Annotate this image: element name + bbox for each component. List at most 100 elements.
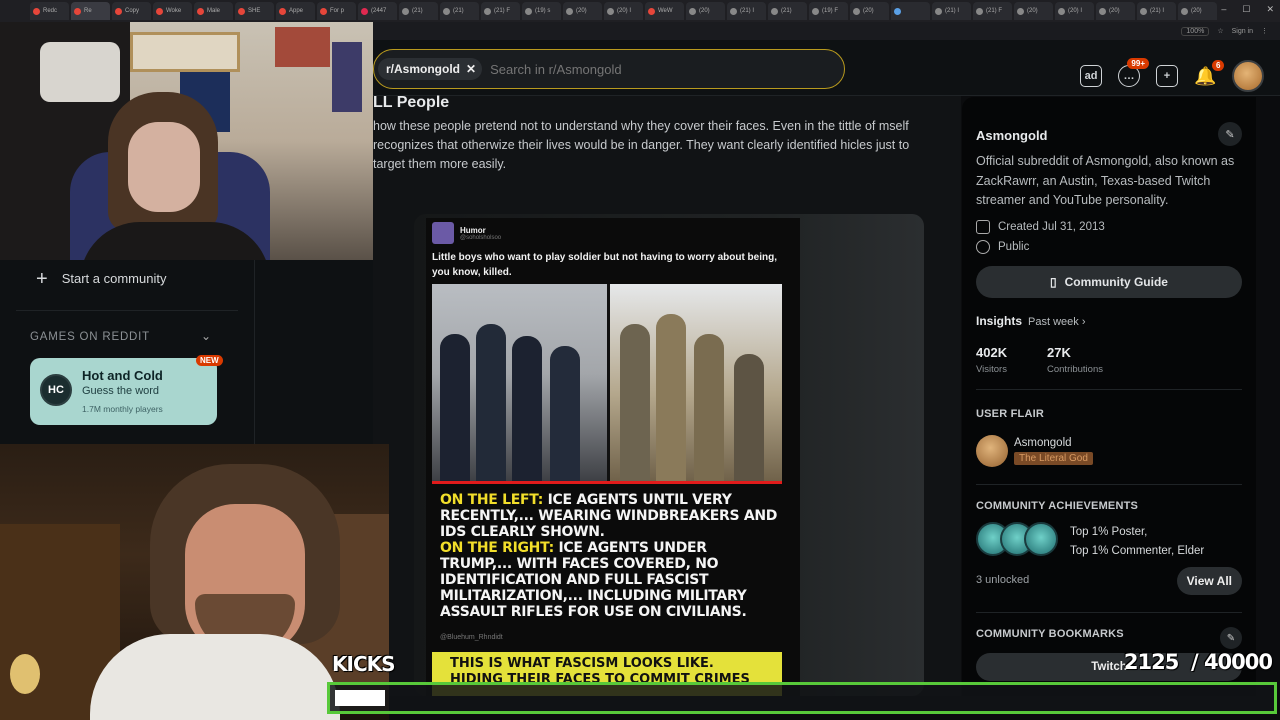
browser-tab[interactable]: (20) bbox=[1096, 2, 1135, 20]
tab-favicon-icon bbox=[197, 7, 204, 15]
browser-tab[interactable]: (19) F bbox=[809, 2, 848, 20]
visitors-stat: 402K Visitors bbox=[976, 345, 1007, 375]
tab-label: (21) bbox=[781, 8, 792, 14]
guide-icon: ▯ bbox=[1050, 275, 1057, 289]
start-community-link[interactable]: + Start a community bbox=[36, 269, 166, 289]
bookmark-star-icon[interactable]: ☆ bbox=[1217, 27, 1223, 35]
insights-row[interactable]: Insights Past week › bbox=[976, 314, 1085, 328]
browser-tab[interactable]: Appe bbox=[276, 2, 315, 20]
tab-label: (19) s bbox=[535, 8, 551, 14]
tab-label: (2447 bbox=[371, 8, 387, 14]
left-label: ON THE LEFT: bbox=[440, 492, 544, 508]
community-description: Official subreddit of Asmongold, also kn… bbox=[976, 154, 1235, 207]
clear-chip-icon[interactable]: ✕ bbox=[466, 62, 476, 76]
browser-tab[interactable]: (21) I bbox=[1137, 2, 1176, 20]
close-icon[interactable]: ✕ bbox=[1266, 4, 1274, 15]
edit-pencil-icon[interactable]: ✎ bbox=[1220, 627, 1242, 649]
tab-favicon-icon bbox=[156, 7, 163, 15]
search-input[interactable] bbox=[490, 61, 791, 77]
tab-favicon-icon bbox=[115, 7, 122, 15]
edit-pencil-icon[interactable]: ✎ bbox=[1218, 122, 1242, 146]
tab-label: For p bbox=[330, 8, 345, 14]
browser-tab[interactable]: (21) I bbox=[727, 2, 766, 20]
browser-tab[interactable]: WeW bbox=[645, 2, 684, 20]
advertise-icon[interactable]: ad bbox=[1080, 65, 1102, 87]
divider bbox=[976, 612, 1242, 613]
unlocked-count: 3 unlocked bbox=[976, 574, 1030, 586]
view-all-button[interactable]: View All bbox=[1176, 567, 1242, 595]
search-bar[interactable]: r/Asmongold ✕ bbox=[373, 49, 845, 89]
community-guide-button[interactable]: ▯ Community Guide bbox=[976, 266, 1242, 298]
tab-favicon-icon bbox=[566, 7, 573, 15]
post-title: LL People bbox=[373, 94, 450, 111]
game-card-hot-and-cold[interactable]: HC Hot and Cold Guess the word 1.7M mont… bbox=[30, 358, 217, 425]
divider bbox=[16, 310, 238, 311]
browser-tab[interactable]: (20) bbox=[1014, 2, 1053, 20]
tab-favicon-icon bbox=[33, 7, 40, 15]
maximize-icon[interactable]: ☐ bbox=[1242, 4, 1250, 15]
browser-tab[interactable]: Woke bbox=[153, 2, 192, 20]
webcam-bottom bbox=[0, 444, 389, 720]
insights-period[interactable]: Past week › bbox=[1028, 316, 1085, 328]
contributions-value: 27K bbox=[1047, 345, 1071, 360]
tab-label: (21) I bbox=[1150, 8, 1165, 14]
embedded-image-post[interactable]: Humor @soholsholsoo Little boys who want… bbox=[426, 218, 800, 696]
chat-icon[interactable]: … 99+ bbox=[1118, 58, 1149, 87]
tab-label: (21) I bbox=[945, 8, 960, 14]
browser-tab[interactable]: (21) F bbox=[973, 2, 1012, 20]
tab-label: (20) bbox=[863, 8, 874, 14]
browser-tab[interactable]: (20) I bbox=[1055, 2, 1094, 20]
cake-icon bbox=[976, 220, 990, 234]
browser-tab[interactable]: (20) bbox=[563, 2, 602, 20]
embed-source-handle: @Bluehum_Rhndidt bbox=[440, 634, 503, 641]
browser-tab[interactable]: Re bbox=[71, 2, 110, 20]
new-badge: NEW bbox=[196, 355, 223, 366]
plus-icon[interactable]: + bbox=[1156, 65, 1178, 87]
browser-tab[interactable]: Redc bbox=[30, 2, 69, 20]
browser-tab[interactable]: SHE bbox=[235, 2, 274, 20]
achievement-2: Top 1% Commenter, Elder bbox=[1070, 545, 1205, 557]
visibility-text: Public bbox=[998, 241, 1030, 253]
tab-favicon-icon bbox=[648, 7, 655, 15]
tab-label: Re bbox=[84, 8, 92, 14]
created-text: Created Jul 31, 2013 bbox=[998, 221, 1105, 233]
browser-tab[interactable]: (20) bbox=[686, 2, 725, 20]
embed-meme-text: ON THE LEFT: ICE AGENTS UNTIL VERY RECEN… bbox=[440, 492, 780, 620]
tab-label: (21) bbox=[453, 8, 464, 14]
browser-tab[interactable]: (21) bbox=[768, 2, 807, 20]
tab-label: (21) F bbox=[494, 8, 511, 14]
minimize-icon[interactable]: – bbox=[1221, 4, 1226, 15]
kicks-label: KICKS bbox=[332, 652, 396, 676]
games-section-header[interactable]: GAMES ON REDDIT bbox=[30, 331, 150, 343]
user-avatar[interactable] bbox=[1232, 60, 1265, 92]
contributions-stat: 27K Contributions bbox=[1047, 345, 1103, 375]
tab-label: Copy bbox=[125, 8, 140, 14]
browser-tab[interactable]: (20) bbox=[1178, 2, 1217, 20]
browser-tab[interactable]: For p bbox=[317, 2, 356, 20]
browser-tab[interactable]: (21) bbox=[440, 2, 479, 20]
browser-tab[interactable]: (21) F bbox=[481, 2, 520, 20]
browser-tab[interactable]: (20) I bbox=[604, 2, 643, 20]
game-players: 1.7M monthly players bbox=[82, 404, 163, 414]
bell-icon[interactable]: 🔔 6 bbox=[1194, 59, 1225, 87]
browser-tab[interactable]: (19) s bbox=[522, 2, 561, 20]
header-actions: ad … 99+ + 🔔 6 bbox=[1080, 58, 1265, 92]
achievement-badges bbox=[976, 522, 1058, 556]
browser-tab[interactable]: (21) I bbox=[932, 2, 971, 20]
browser-tab[interactable]: Male bbox=[194, 2, 233, 20]
browser-tab[interactable]: (20) bbox=[850, 2, 889, 20]
tab-favicon-icon bbox=[812, 7, 819, 15]
browser-tab[interactable]: Copy bbox=[112, 2, 151, 20]
sign-in-button[interactable]: Sign in bbox=[1232, 28, 1253, 35]
game-title: Hot and Cold bbox=[82, 368, 163, 383]
browser-tab[interactable]: (21) bbox=[399, 2, 438, 20]
community-filter-chip[interactable]: r/Asmongold ✕ bbox=[378, 58, 483, 80]
photo-right-agents bbox=[607, 284, 782, 481]
browser-tab[interactable] bbox=[891, 2, 930, 20]
globe-icon bbox=[976, 240, 990, 254]
browser-tab[interactable]: (2447 bbox=[358, 2, 397, 20]
chevron-down-icon[interactable]: ⌄ bbox=[201, 329, 211, 343]
achievement-badge-icon bbox=[1024, 522, 1058, 556]
menu-icon[interactable]: ⋮ bbox=[1261, 27, 1268, 35]
zoom-indicator[interactable]: 100% bbox=[1181, 26, 1210, 36]
